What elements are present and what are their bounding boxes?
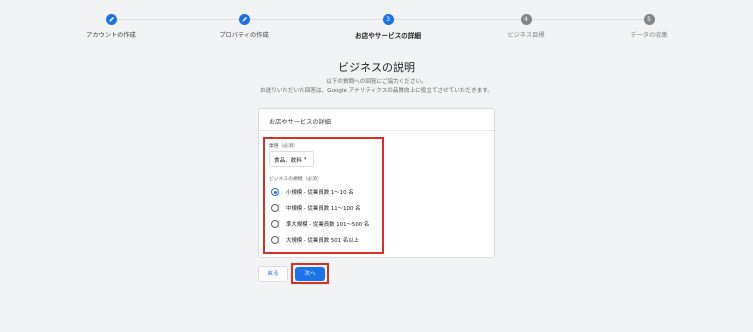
step-label: データの収集	[630, 32, 668, 39]
step-label: アカウントの作成	[86, 32, 136, 39]
step-number: 4	[520, 14, 532, 25]
radio-label: 小規模 - 従業員数 1〜10 名	[286, 190, 354, 196]
radio-label: 大規模 - 従業員数 501 名以上	[286, 238, 359, 244]
step-number: 3	[382, 14, 394, 25]
subtitle-line: お送りいただいた回答は、Google アナリティクスの品質向上に役立てさせていた…	[260, 88, 493, 94]
size-option-medium[interactable]: 中規模 - 従業員数 11〜100 名	[271, 203, 360, 213]
size-label: ビジネスの規模（必須）	[269, 177, 322, 182]
progress-stepper: アカウントの作成 プロパティの作成 3 お店やサービスの詳細 4 ビジネス目標 …	[0, 14, 753, 44]
step-label: プロパティの作成	[219, 32, 269, 39]
size-option-small[interactable]: 小規模 - 従業員数 1〜10 名	[271, 187, 354, 197]
page-subtitle: 以下の質問への回答にご協力ください。 お送りいただいた回答は、Google アナ…	[0, 78, 753, 96]
size-option-semi-large[interactable]: 準大規模 - 従業員数 101〜500 名	[271, 219, 369, 229]
step-number: 5	[643, 14, 655, 25]
radio-label: 中規模 - 従業員数 11〜100 名	[286, 206, 361, 212]
step-label: ビジネス目標	[507, 32, 545, 39]
pencil-icon	[238, 14, 250, 25]
step-account: アカウントの作成	[46, 14, 176, 39]
radio-label: 準大規模 - 従業員数 101〜500 名	[286, 222, 370, 228]
page-title: ビジネスの説明	[338, 61, 415, 74]
pencil-icon	[105, 14, 117, 25]
radio-button[interactable]	[271, 188, 279, 196]
radio-button[interactable]	[271, 236, 279, 244]
radio-button[interactable]	[271, 220, 279, 228]
step-property: プロパティの作成	[179, 14, 309, 39]
step-business-details: 3 お店やサービスの詳細	[323, 14, 453, 40]
business-details-card: お店やサービスの詳細 業種（必須） 食品、飲料 ▾ ビジネスの規模（必須） 小規…	[258, 108, 495, 258]
step-data-collection: 5 データの収集	[584, 14, 714, 39]
radio-button[interactable]	[271, 204, 279, 212]
industry-label: 業種（必須）	[269, 144, 298, 149]
industry-select[interactable]: 食品、飲料 ▾	[269, 151, 314, 167]
back-button[interactable]: 戻る	[258, 266, 288, 282]
next-button[interactable]: 次へ	[295, 267, 325, 281]
subtitle-line: 以下の質問への回答にご協力ください。	[326, 79, 427, 85]
step-business-goals: 4 ビジネス目標	[461, 14, 591, 39]
size-option-large[interactable]: 大規模 - 従業員数 501 名以上	[271, 235, 359, 245]
step-label: お店やサービスの詳細	[355, 32, 421, 40]
chevron-down-icon: ▾	[303, 156, 307, 162]
card-header: お店やサービスの詳細	[259, 109, 494, 131]
industry-value: 食品、飲料	[274, 158, 302, 164]
